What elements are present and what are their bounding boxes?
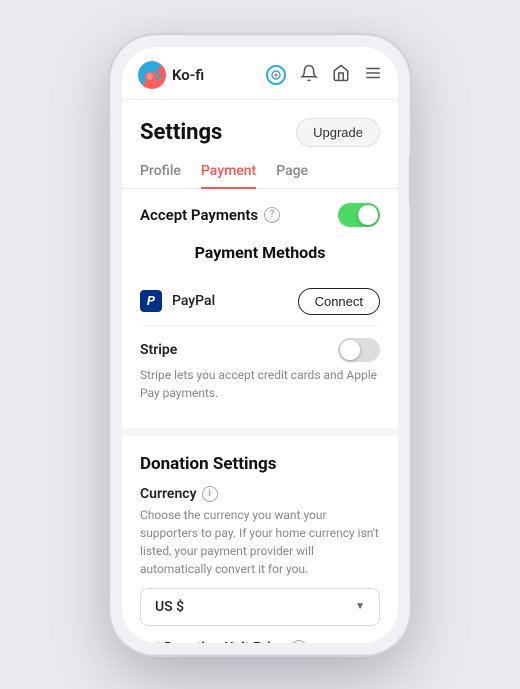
toggle-knob [358, 205, 378, 225]
nav-bar: Ko-fi [122, 47, 398, 100]
paypal-row: P PayPal Connect [140, 278, 380, 326]
kofi-logo-icon [138, 61, 166, 89]
upgrade-button[interactable]: Upgrade [296, 118, 380, 147]
phone-screen: Ko-fi [122, 47, 398, 643]
nav-icons [266, 64, 382, 86]
paypal-icon: P [140, 290, 162, 312]
dropdown-arrow-icon: ▼ [355, 601, 365, 612]
accept-payments-row: Accept Payments ? [122, 203, 398, 227]
nav-logo: Ko-fi [138, 61, 266, 89]
stripe-toggle[interactable] [338, 338, 380, 362]
home-icon[interactable] [332, 64, 350, 86]
stripe-description: Stripe lets you accept credit cards and … [140, 366, 380, 402]
payment-methods-section: Payment Methods P PayPal Connect Stripe [122, 243, 398, 414]
menu-icon[interactable] [364, 64, 382, 86]
stripe-header: Stripe [140, 338, 380, 362]
paypal-name: PayPal [172, 293, 215, 309]
stripe-row: Stripe Stripe lets you accept credit car… [140, 326, 380, 414]
currency-label: Currency i [140, 486, 380, 502]
tabs-bar: Profile Payment Page [122, 155, 398, 189]
accept-payments-label: Accept Payments ? [140, 206, 280, 224]
stripe-name: Stripe [140, 342, 177, 358]
accept-payments-toggle[interactable] [338, 203, 380, 227]
settings-header: Settings Upgrade [122, 100, 398, 155]
paypal-info: P PayPal [140, 290, 215, 312]
app-name: Ko-fi [172, 66, 204, 84]
currency-help-icon[interactable]: i [202, 486, 218, 502]
donation-settings-section: Donation Settings Currency i Choose the … [122, 436, 398, 643]
payment-methods-title: Payment Methods [140, 243, 380, 262]
donation-unit-help-icon[interactable]: i [291, 640, 307, 643]
circle-nav-icon[interactable] [266, 65, 286, 85]
section-divider [122, 428, 398, 436]
currency-select[interactable]: US $ ▼ [140, 588, 380, 626]
accept-payments-help-icon[interactable]: ? [264, 207, 280, 223]
tab-page[interactable]: Page [276, 155, 308, 189]
currency-value: US $ [155, 599, 184, 615]
currency-description: Choose the currency you want your suppor… [140, 506, 380, 578]
content-area: Settings Upgrade Profile Payment Page Ac… [122, 100, 398, 643]
phone-frame: Ko-fi [110, 35, 410, 655]
bell-icon[interactable] [300, 64, 318, 86]
donation-unit-label: Set Donation Unit Price i [140, 640, 380, 643]
tab-profile[interactable]: Profile [140, 155, 181, 189]
tab-payment[interactable]: Payment [201, 155, 256, 189]
stripe-toggle-knob [340, 340, 360, 360]
donation-settings-title: Donation Settings [140, 454, 380, 474]
side-button [409, 155, 413, 205]
settings-title: Settings [140, 120, 222, 145]
paypal-connect-button[interactable]: Connect [298, 288, 380, 315]
